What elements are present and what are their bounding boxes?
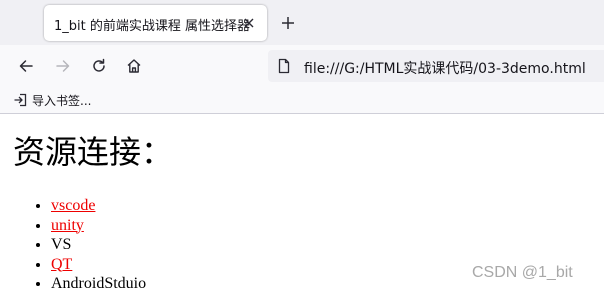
list-item: QT xyxy=(51,255,146,275)
back-arrow-icon[interactable] xyxy=(15,55,37,77)
address-bar[interactable]: file:///G:/HTML实战课代码/03-3demo.html xyxy=(268,50,604,82)
forward-arrow-icon[interactable] xyxy=(52,55,74,77)
plus-icon[interactable] xyxy=(278,13,298,33)
vscode-link[interactable]: vscode xyxy=(51,197,95,214)
qt-link[interactable]: QT xyxy=(51,256,72,273)
import-bookmark-icon xyxy=(13,93,27,107)
page-heading: 资源连接： xyxy=(13,133,174,171)
bookmarks-toolbar: 导入书签... xyxy=(0,87,604,114)
close-icon[interactable] xyxy=(239,13,259,33)
home-icon[interactable] xyxy=(123,55,145,77)
tab-title: 1_bit 的前端实战课程 属性选择器 xyxy=(54,19,250,34)
list-item-text: VS xyxy=(51,235,146,255)
import-bookmarks-label: 导入书签... xyxy=(32,93,92,108)
list-item: unity xyxy=(51,216,146,236)
tab-active[interactable]: 1_bit 的前端实战课程 属性选择器 xyxy=(44,5,267,41)
tab-strip: 1_bit 的前端实战课程 属性选择器 xyxy=(0,0,604,45)
file-icon xyxy=(276,58,292,74)
resource-list: vscode unity VS QT AndroidStduio xyxy=(30,196,146,294)
import-bookmarks-button[interactable]: 导入书签... xyxy=(13,91,91,109)
list-item-text: AndroidStduio xyxy=(51,274,146,294)
watermark: CSDN @1_bit xyxy=(472,264,573,281)
unity-link[interactable]: unity xyxy=(51,217,84,234)
navigation-toolbar: file:///G:/HTML实战课代码/03-3demo.html xyxy=(0,45,604,87)
url-text: file:///G:/HTML实战课代码/03-3demo.html xyxy=(304,61,586,77)
reload-icon[interactable] xyxy=(88,55,110,77)
page-content: 资源连接： vscode unity VS QT AndroidStduio C… xyxy=(0,114,604,293)
list-item: vscode xyxy=(51,196,146,216)
